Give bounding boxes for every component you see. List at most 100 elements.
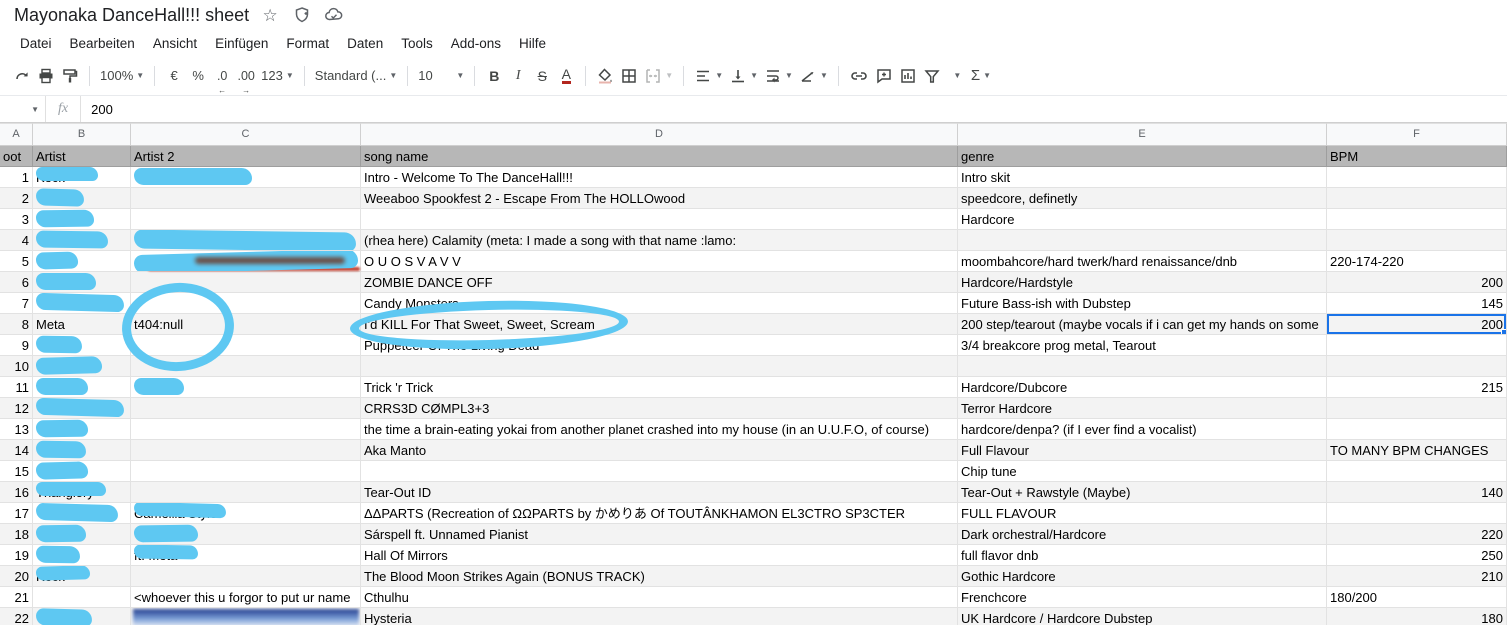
font-select[interactable]: Standard (...▼ bbox=[312, 63, 400, 89]
cell-e22[interactable]: UK Hardcore / Hardcore Dubstep bbox=[958, 608, 1327, 625]
borders-button[interactable] bbox=[617, 63, 641, 89]
cell-c17[interactable]: Camellia Style bbox=[131, 503, 361, 524]
cell-e8[interactable]: 200 step/tearout (maybe vocals if i can … bbox=[958, 314, 1327, 335]
cell-f22[interactable]: 180 bbox=[1327, 608, 1507, 625]
cell-c11[interactable] bbox=[131, 377, 361, 398]
cell-d10[interactable] bbox=[361, 356, 958, 377]
bold-button[interactable]: B bbox=[482, 63, 506, 89]
cell-a21[interactable]: 21 bbox=[0, 587, 33, 608]
cell-d15[interactable] bbox=[361, 461, 958, 482]
cell-e14[interactable]: Full Flavour bbox=[958, 440, 1327, 461]
cell-d6[interactable]: ZOMBIE DANCE OFF bbox=[361, 272, 958, 293]
name-box[interactable]: ▼ bbox=[0, 96, 46, 122]
cell-f7[interactable]: 145 bbox=[1327, 293, 1507, 314]
cell-f17[interactable] bbox=[1327, 503, 1507, 524]
cell-a7[interactable]: 7 bbox=[0, 293, 33, 314]
cell-f3[interactable] bbox=[1327, 209, 1507, 230]
cell-b12[interactable] bbox=[33, 398, 131, 419]
cell-c21[interactable]: <whoever this u forgor to put ur name bbox=[131, 587, 361, 608]
cell-b9[interactable] bbox=[33, 335, 131, 356]
cell-a5[interactable]: 5 bbox=[0, 251, 33, 272]
cell-f18[interactable]: 220 bbox=[1327, 524, 1507, 545]
cell-d19[interactable]: Hall Of Mirrors bbox=[361, 545, 958, 566]
italic-button[interactable]: I bbox=[506, 63, 530, 89]
cell-a6[interactable]: 6 bbox=[0, 272, 33, 293]
cell-b13[interactable] bbox=[33, 419, 131, 440]
cell-c20[interactable] bbox=[131, 566, 361, 587]
decrease-decimal-button[interactable]: .0← bbox=[210, 63, 234, 89]
header-cell-a[interactable]: oot bbox=[0, 146, 33, 167]
cell-f2[interactable] bbox=[1327, 188, 1507, 209]
cell-f10[interactable] bbox=[1327, 356, 1507, 377]
cell-d3[interactable] bbox=[361, 209, 958, 230]
cell-a2[interactable]: 2 bbox=[0, 188, 33, 209]
format-percent-button[interactable]: % bbox=[186, 63, 210, 89]
cell-e19[interactable]: full flavor dnb bbox=[958, 545, 1327, 566]
cell-b17[interactable] bbox=[33, 503, 131, 524]
cell-f20[interactable]: 210 bbox=[1327, 566, 1507, 587]
print-icon[interactable] bbox=[34, 63, 58, 89]
cell-b7[interactable] bbox=[33, 293, 131, 314]
filter-views-button[interactable]: ▼ bbox=[944, 63, 968, 89]
cell-b20[interactable]: Keck bbox=[33, 566, 131, 587]
header-cell-f[interactable]: BPM bbox=[1327, 146, 1507, 167]
cell-f4[interactable] bbox=[1327, 230, 1507, 251]
cell-b2[interactable] bbox=[33, 188, 131, 209]
star-icon[interactable]: ☆ bbox=[259, 4, 281, 26]
cell-a3[interactable]: 3 bbox=[0, 209, 33, 230]
cell-d5[interactable]: O U O S V A V V bbox=[361, 251, 958, 272]
cell-f21[interactable]: 180/200 bbox=[1327, 587, 1507, 608]
strikethrough-button[interactable]: S bbox=[530, 63, 554, 89]
menu-item-datei[interactable]: Datei bbox=[12, 33, 60, 54]
functions-button[interactable]: Σ▼ bbox=[968, 63, 994, 89]
increase-decimal-button[interactable]: .00→ bbox=[234, 63, 258, 89]
cell-e10[interactable] bbox=[958, 356, 1327, 377]
cell-d18[interactable]: Sárspell ft. Unnamed Pianist bbox=[361, 524, 958, 545]
header-cell-c[interactable]: Artist 2 bbox=[131, 146, 361, 167]
cell-f19[interactable]: 250 bbox=[1327, 545, 1507, 566]
cell-b21[interactable] bbox=[33, 587, 131, 608]
cell-c14[interactable] bbox=[131, 440, 361, 461]
cell-a22[interactable]: 22 bbox=[0, 608, 33, 625]
header-cell-d[interactable]: song name bbox=[361, 146, 958, 167]
cell-c4[interactable] bbox=[131, 230, 361, 251]
cell-e11[interactable]: Hardcore/Dubcore bbox=[958, 377, 1327, 398]
cell-b11[interactable] bbox=[33, 377, 131, 398]
cell-d13[interactable]: the time a brain-eating yokai from anoth… bbox=[361, 419, 958, 440]
cell-d12[interactable]: CRRS3D CØMPL3+3 bbox=[361, 398, 958, 419]
cell-f11[interactable]: 215 bbox=[1327, 377, 1507, 398]
cell-f9[interactable] bbox=[1327, 335, 1507, 356]
cell-c3[interactable] bbox=[131, 209, 361, 230]
column-header-F[interactable]: F bbox=[1327, 123, 1507, 146]
cell-b6[interactable] bbox=[33, 272, 131, 293]
cell-a16[interactable]: 16 bbox=[0, 482, 33, 503]
cell-e4[interactable] bbox=[958, 230, 1327, 251]
document-title[interactable]: Mayonaka DanceHall!!! sheet bbox=[14, 5, 249, 26]
horizontal-align-button[interactable]: ▼ bbox=[691, 63, 726, 89]
cell-e7[interactable]: Future Bass-ish with Dubstep bbox=[958, 293, 1327, 314]
cell-b3[interactable] bbox=[33, 209, 131, 230]
cell-e18[interactable]: Dark orchestral/Hardcore bbox=[958, 524, 1327, 545]
cell-b5[interactable] bbox=[33, 251, 131, 272]
column-header-A[interactable]: A bbox=[0, 123, 33, 146]
cell-e3[interactable]: Hardcore bbox=[958, 209, 1327, 230]
cell-a13[interactable]: 13 bbox=[0, 419, 33, 440]
cell-e17[interactable]: FULL FLAVOUR bbox=[958, 503, 1327, 524]
cell-a19[interactable]: 19 bbox=[0, 545, 33, 566]
cell-f12[interactable] bbox=[1327, 398, 1507, 419]
format-currency-button[interactable]: € bbox=[162, 63, 186, 89]
cell-b19[interactable] bbox=[33, 545, 131, 566]
menu-item-hilfe[interactable]: Hilfe bbox=[511, 33, 554, 54]
cell-e5[interactable]: moombahcore/hard twerk/hard renaissance/… bbox=[958, 251, 1327, 272]
cell-c12[interactable] bbox=[131, 398, 361, 419]
cell-a1[interactable]: 1 bbox=[0, 167, 33, 188]
menu-item-daten[interactable]: Daten bbox=[339, 33, 391, 54]
insert-link-icon[interactable] bbox=[846, 63, 872, 89]
merge-cells-button[interactable]: ▼ bbox=[641, 63, 676, 89]
cell-b10[interactable] bbox=[33, 356, 131, 377]
font-size-select[interactable]: 10▼ bbox=[415, 63, 467, 89]
cell-b15[interactable] bbox=[33, 461, 131, 482]
cell-d17[interactable]: ΔΔPARTS (Recreation of ΩΩPARTS by かめりあ O… bbox=[361, 503, 958, 524]
cell-f6[interactable]: 200 bbox=[1327, 272, 1507, 293]
zoom-select[interactable]: 100%▼ bbox=[97, 63, 147, 89]
